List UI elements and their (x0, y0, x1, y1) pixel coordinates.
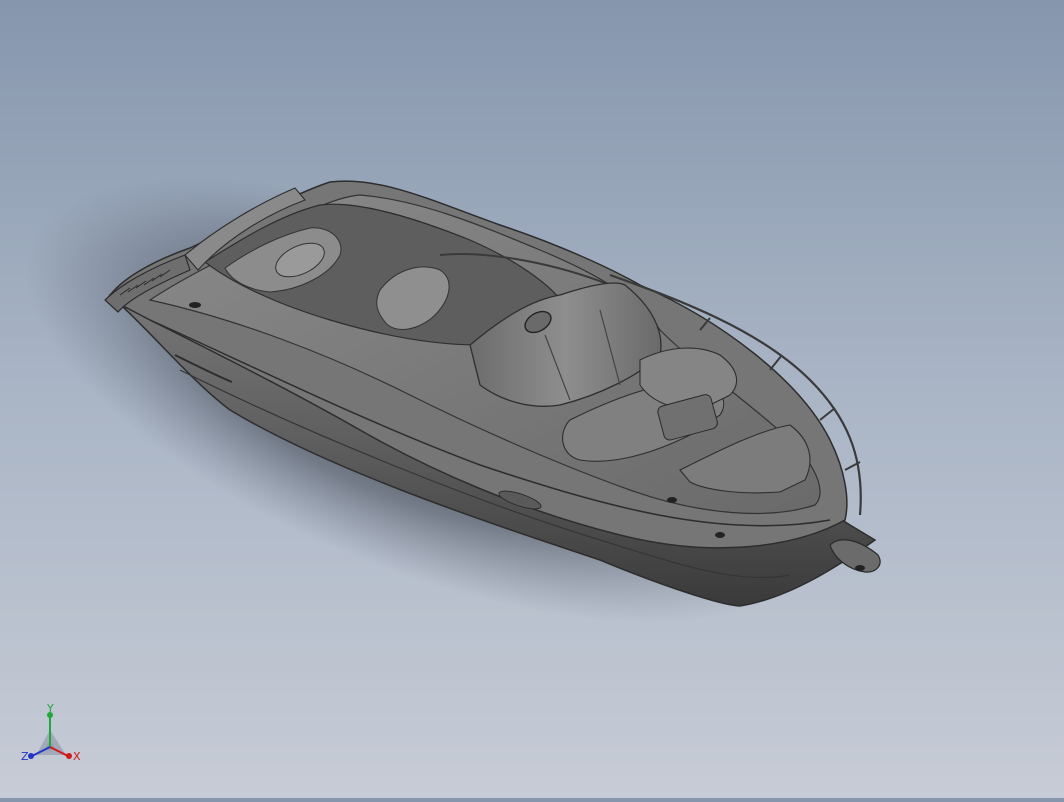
x-axis-label: X (73, 750, 81, 763)
y-axis-label: Y (46, 702, 54, 715)
cleat-bow (715, 532, 725, 538)
z-axis-label: Z (21, 750, 29, 763)
orientation-triad: Y X Z (18, 700, 88, 770)
cleat-fwd (855, 565, 865, 571)
x-axis-tip (66, 753, 72, 759)
z-axis-tip (28, 753, 34, 759)
3d-viewport[interactable]: Y X Z (0, 0, 1064, 798)
cleat-aft (189, 302, 201, 308)
boat-model-render[interactable] (0, 0, 1064, 798)
bow-roller (829, 539, 881, 573)
cleat-mid (667, 497, 677, 503)
